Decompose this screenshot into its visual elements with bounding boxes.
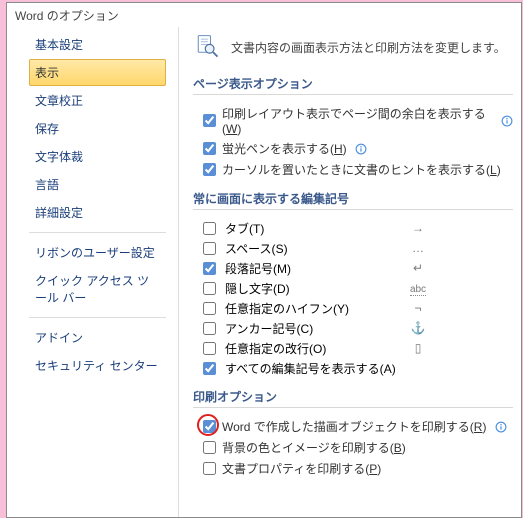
print-option-row: Word で作成した描画オブジェクトを印刷する(R) <box>193 416 513 437</box>
sidebar-item[interactable]: 言語 <box>29 171 166 198</box>
sidebar-separator <box>29 317 166 318</box>
option-checkbox[interactable] <box>203 342 216 355</box>
option-label: 背景の色とイメージを印刷する(B) <box>222 439 406 456</box>
option-checkbox[interactable] <box>203 114 216 127</box>
option-checkbox[interactable] <box>203 282 216 295</box>
sidebar-item[interactable]: 詳細設定 <box>29 199 166 226</box>
mark-symbol: ▯ <box>403 341 433 355</box>
option-row: 蛍光ペンを表示する(H) <box>193 138 513 159</box>
option-checkbox[interactable] <box>203 420 216 433</box>
option-label: 任意指定のハイフン(Y) <box>225 300 399 317</box>
dialog-content: 基本設定表示文章校正保存文字体裁言語詳細設定 リボンのユーザー設定クイック アク… <box>17 27 519 517</box>
mark-option-row: タブ(T) → <box>193 218 433 238</box>
sidebar-item[interactable]: 文章校正 <box>29 87 166 114</box>
mark-option-row: すべての編集記号を表示する(A) <box>193 358 433 378</box>
option-label: アンカー記号(C) <box>225 320 399 337</box>
option-checkbox[interactable] <box>203 242 216 255</box>
option-checkbox[interactable] <box>203 302 216 315</box>
option-row: 印刷レイアウト表示でページ間の余白を表示する(W) <box>193 103 513 138</box>
option-label: 段落記号(M) <box>225 260 399 277</box>
sidebar-item[interactable]: セキュリティ センター <box>29 352 166 379</box>
option-checkbox[interactable] <box>203 163 216 176</box>
option-label: タブ(T) <box>225 220 399 237</box>
print-option-row: 文書プロパティを印刷する(P) <box>193 458 513 479</box>
info-icon <box>494 420 507 433</box>
sidebar-item[interactable]: リボンのユーザー設定 <box>29 239 166 266</box>
mark-option-row: スペース(S) … <box>193 238 433 258</box>
sidebar-separator <box>29 232 166 233</box>
option-checkbox[interactable] <box>203 222 216 235</box>
options-dialog: Word のオプション 基本設定表示文章校正保存文字体裁言語詳細設定 リボンのユ… <box>6 2 522 518</box>
option-checkbox[interactable] <box>203 262 216 275</box>
section-title-print: 印刷オプション <box>193 388 513 408</box>
option-label: 蛍光ペンを表示する(H) <box>222 140 347 157</box>
sidebar-item[interactable]: 文字体裁 <box>29 143 166 170</box>
print-option-row: 背景の色とイメージを印刷する(B) <box>193 437 513 458</box>
main-panel: 文書内容の画面表示方法と印刷方法を変更します。 ページ表示オプション 印刷レイア… <box>179 27 519 517</box>
info-icon <box>355 142 368 155</box>
option-label: カーソルを置いたときに文書のヒントを表示する(L) <box>222 161 501 178</box>
dialog-title: Word のオプション <box>7 3 521 25</box>
mark-option-row: 任意指定のハイフン(Y) ¬ <box>193 298 433 318</box>
option-label: すべての編集記号を表示する(A) <box>225 360 399 377</box>
sidebar-item[interactable]: アドイン <box>29 324 166 351</box>
sidebar-item[interactable]: 基本設定 <box>29 31 166 58</box>
mark-symbol: → <box>403 221 433 235</box>
option-label: 任意指定の改行(O) <box>225 340 399 357</box>
option-label: 印刷レイアウト表示でページ間の余白を表示する(W) <box>222 105 493 136</box>
mark-option-row: アンカー記号(C) ⚓ <box>193 318 433 338</box>
mark-symbol: … <box>403 241 433 255</box>
option-checkbox[interactable] <box>203 462 216 475</box>
mark-symbol: ⚓ <box>403 321 433 335</box>
mark-option-row: 任意指定の改行(O) ▯ <box>193 338 433 358</box>
option-label: 隠し文字(D) <box>225 280 399 297</box>
option-checkbox[interactable] <box>203 441 216 454</box>
category-sidebar: 基本設定表示文章校正保存文字体裁言語詳細設定 リボンのユーザー設定クイック アク… <box>17 27 179 517</box>
sidebar-item[interactable]: 保存 <box>29 115 166 142</box>
option-checkbox[interactable] <box>203 322 216 335</box>
section-title-page-display: ページ表示オプション <box>193 75 513 95</box>
option-row: カーソルを置いたときに文書のヒントを表示する(L) <box>193 159 513 180</box>
option-checkbox[interactable] <box>203 142 216 155</box>
page-magnifier-icon <box>193 33 221 61</box>
option-label: スペース(S) <box>225 240 399 257</box>
mark-symbol: ↵ <box>403 261 433 275</box>
option-checkbox[interactable] <box>203 362 216 375</box>
option-label: Word で作成した描画オブジェクトを印刷する(R) <box>222 418 486 435</box>
mark-option-row: 段落記号(M) ↵ <box>193 258 433 278</box>
option-label: 文書プロパティを印刷する(P) <box>222 460 381 477</box>
panel-header: 文書内容の画面表示方法と印刷方法を変更します。 <box>193 33 513 61</box>
mark-symbol: ¬ <box>403 301 433 315</box>
sidebar-item[interactable]: 表示 <box>29 59 166 86</box>
info-icon <box>501 114 513 127</box>
mark-option-row: 隠し文字(D) abc <box>193 278 433 298</box>
panel-header-text: 文書内容の画面表示方法と印刷方法を変更します。 <box>231 39 506 56</box>
sidebar-item[interactable]: クイック アクセス ツール バー <box>29 267 166 311</box>
mark-symbol: abc <box>403 281 433 295</box>
section-title-marks: 常に画面に表示する編集記号 <box>193 190 513 210</box>
